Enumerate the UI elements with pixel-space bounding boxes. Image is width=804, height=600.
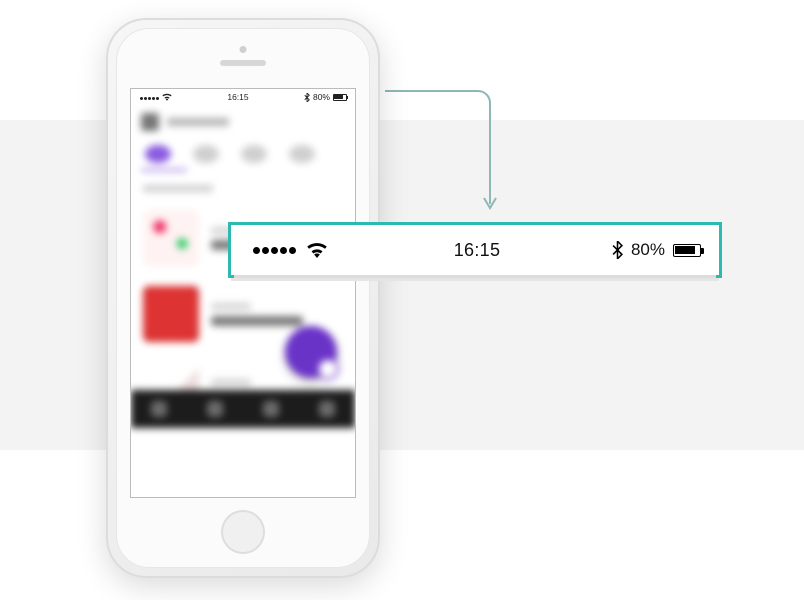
diagram-stage: 16:15 80% WISHLIST [0,0,804,600]
section-label: MY WISH LISTS [143,185,213,192]
status-bar-callout: 16:15 80% [228,222,722,278]
phone-mockup: 16:15 80% WISHLIST [106,18,380,578]
phone-status-bar: 16:15 80% [131,89,355,105]
app-title: WISHLIST [167,118,229,126]
tab-underline [141,169,187,171]
tab-bar [131,139,355,163]
status-left-group [253,242,402,258]
list-subtitle: Your list [211,379,251,386]
status-time: 16:15 [402,240,551,261]
phone-speaker-icon [220,60,266,66]
tab-friends[interactable] [193,145,219,163]
callout-arrow-icon [380,86,510,226]
list-thumb-icon [143,286,199,342]
signal-dots-icon [139,92,159,102]
list-title: Secret Santa [211,316,303,326]
status-battery-text: 80% [631,240,665,260]
tab-settings[interactable] [289,145,315,163]
phone-screen: 16:15 80% WISHLIST [130,88,356,498]
bluetooth-icon [612,241,623,259]
phone-status-time: 16:15 [227,92,248,102]
phone-camera-icon [240,46,247,53]
list-thumb-icon [143,210,199,266]
bottom-nav-home[interactable] [151,401,167,417]
list-subtitle: Your list [211,303,251,310]
signal-dots-icon [253,247,296,254]
phone-status-battery-text: 80% [313,92,330,102]
app-header: WISHLIST [131,105,355,139]
status-right-group: 80% [552,240,701,260]
wifi-icon [162,93,172,101]
battery-icon [333,94,347,101]
bottom-nav [131,390,355,428]
wifi-icon [306,242,328,258]
bottom-nav-favs[interactable] [207,401,223,417]
bottom-nav-profile[interactable] [319,401,335,417]
tab-gifts[interactable] [145,145,171,163]
add-list-fab[interactable] [285,326,337,378]
bottom-nav-lists[interactable] [263,401,279,417]
phone-body: 16:15 80% WISHLIST [116,28,370,568]
bluetooth-icon [304,93,310,102]
menu-icon[interactable] [141,113,159,131]
phone-home-button[interactable] [221,510,265,554]
battery-icon [673,244,701,257]
tab-search[interactable] [241,145,267,163]
